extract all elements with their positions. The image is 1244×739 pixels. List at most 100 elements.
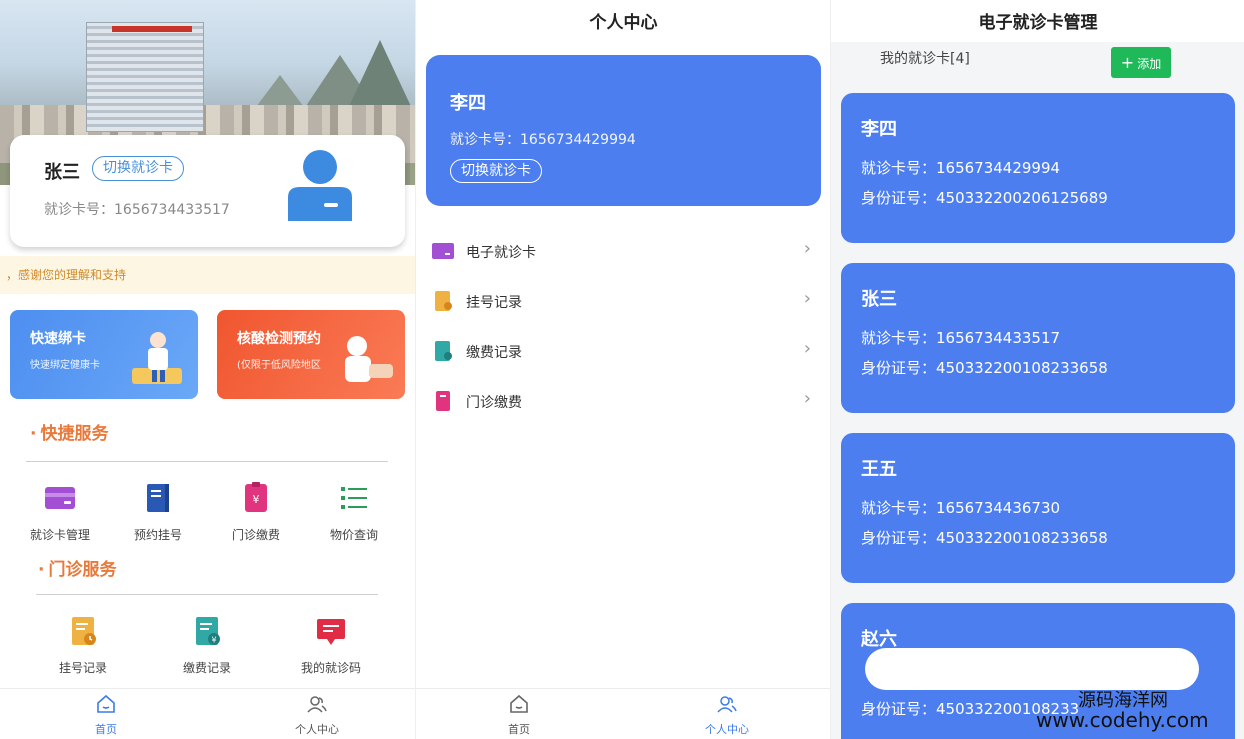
user-icon xyxy=(717,696,737,713)
divider xyxy=(26,461,388,462)
tab-profile[interactable]: 个人中心 xyxy=(257,693,377,737)
home-icon xyxy=(97,694,115,713)
divider xyxy=(36,594,378,595)
chevron-right-icon: › xyxy=(803,338,811,359)
appointment-item[interactable]: 预约挂号 xyxy=(113,482,203,543)
menu-payment-record[interactable]: 缴费记录 › xyxy=(416,326,830,376)
redaction-mask xyxy=(865,648,1199,690)
grid-label: 缴费记录 xyxy=(182,661,231,675)
tab-bar: 首页 个人中心 xyxy=(0,688,415,739)
code-icon xyxy=(317,619,345,645)
home-icon xyxy=(510,694,528,713)
card-number: 就诊卡号：1656734429994 xyxy=(450,132,636,148)
payment-record-icon: ¥ xyxy=(196,617,220,645)
user-name: 张三 xyxy=(44,162,80,183)
menu-outpatient-payment[interactable]: 门诊缴费 › xyxy=(416,376,830,426)
patient-card[interactable]: 李四 就诊卡号：1656734429994 身份证号：4503322002061… xyxy=(841,93,1235,243)
payment-record-icon xyxy=(435,341,452,361)
quick-bind-banner[interactable]: 快速绑卡 快速绑定健康卡 xyxy=(10,310,198,399)
doctor-illustration-icon xyxy=(132,332,182,384)
grid-label: 我的就诊码 xyxy=(300,661,361,675)
register-record-item[interactable]: 挂号记录 xyxy=(38,615,128,676)
menu-label: 门诊缴费 xyxy=(466,395,522,411)
tab-label: 首页 xyxy=(508,723,530,736)
switch-card-button[interactable]: 切换就诊卡 xyxy=(92,156,184,181)
card-count: 我的就诊卡[4] xyxy=(880,51,970,67)
tab-home[interactable]: 首页 xyxy=(459,693,579,737)
grid-label: 就诊卡管理 xyxy=(29,528,90,542)
menu-e-card[interactable]: 电子就诊卡 › xyxy=(416,226,830,276)
banner-subtitle: 快速绑定健康卡 xyxy=(30,360,100,371)
nucleic-test-banner[interactable]: 核酸检测预约 (仅限于低风险地区 xyxy=(217,310,405,399)
list-icon xyxy=(341,487,367,509)
card-number: 就诊卡号：1656734433517 xyxy=(44,199,230,219)
notice-bar: ，感谢您的理解和支持 xyxy=(0,256,415,294)
user-card: 张三 切换就诊卡 就诊卡号：1656734433517 xyxy=(10,135,405,247)
payment-icon xyxy=(436,391,450,411)
chevron-right-icon: › xyxy=(803,288,811,309)
page-title: 电子就诊卡管理 xyxy=(978,13,1098,33)
tab-label: 首页 xyxy=(95,723,117,736)
card-holder-name: 李四 xyxy=(861,119,897,140)
patient-card[interactable]: 张三 就诊卡号：1656734433517 身份证号：4503322001082… xyxy=(841,263,1235,413)
register-record-icon xyxy=(72,617,96,645)
watermark-url: www.codehy.com xyxy=(1036,708,1209,732)
banner-title: 核酸检测预约 xyxy=(237,331,321,347)
card-number: 就诊卡号：1656734433517 xyxy=(861,329,1061,347)
card-holder-name: 李四 xyxy=(450,93,486,114)
my-visit-code-item[interactable]: 我的就诊码 xyxy=(286,615,376,676)
grid-label: 预约挂号 xyxy=(133,528,182,542)
add-card-button[interactable]: + 添加 xyxy=(1111,47,1171,78)
section-title-text: 门诊服务 xyxy=(48,560,117,580)
card-number-label: 就诊卡号： xyxy=(44,202,114,218)
card-icon xyxy=(432,243,454,259)
menu-label: 挂号记录 xyxy=(466,295,522,311)
card-management-screen: 电子就诊卡管理 我的就诊卡[4] + 添加 李四 就诊卡号：16567344299… xyxy=(830,0,1244,739)
tab-label: 个人中心 xyxy=(295,723,339,736)
card-icon xyxy=(45,487,75,509)
patient-card[interactable]: 王五 就诊卡号：1656734436730 身份证号：4503322001082… xyxy=(841,433,1235,583)
avatar xyxy=(288,150,352,221)
card-management-item[interactable]: 就诊卡管理 xyxy=(15,482,105,543)
home-screen: 张三 切换就诊卡 就诊卡号：1656734433517 ，感谢您的理解和支持 快… xyxy=(0,0,415,739)
tab-label: 个人中心 xyxy=(705,723,749,736)
id-number: 身份证号：450332200206125689 xyxy=(861,189,1108,207)
tab-home[interactable]: 首页 xyxy=(46,693,166,737)
quick-services-title: · 快捷服务 xyxy=(30,424,109,444)
nurse-illustration-icon xyxy=(345,336,393,382)
banner-title: 快速绑卡 xyxy=(30,331,86,347)
svg-text:¥: ¥ xyxy=(253,493,260,506)
card-holder-name: 王五 xyxy=(861,459,897,480)
add-label: 添加 xyxy=(1137,57,1162,71)
card-holder-name: 张三 xyxy=(861,289,897,310)
svg-text:¥: ¥ xyxy=(211,636,216,645)
book-icon xyxy=(147,484,169,512)
card-number: 就诊卡号：1656734436730 xyxy=(861,499,1061,517)
id-number: 身份证号：450332200108233658 xyxy=(861,529,1108,547)
tab-bar: 首页 个人中心 xyxy=(416,688,830,739)
id-number: 身份证号：450332200108233658 xyxy=(861,359,1108,377)
menu-label: 缴费记录 xyxy=(466,345,522,361)
grid-label: 挂号记录 xyxy=(58,661,107,675)
profile-screen: 个人中心 李四 就诊卡号：1656734429994 切换就诊卡 电子就诊卡 ›… xyxy=(415,0,830,739)
current-card: 李四 就诊卡号：1656734429994 切换就诊卡 xyxy=(426,55,821,206)
plus-icon: + xyxy=(1120,53,1135,72)
menu-label: 电子就诊卡 xyxy=(466,245,536,261)
price-query-item[interactable]: 物价查询 xyxy=(309,482,399,543)
chevron-right-icon: › xyxy=(803,238,811,259)
outpatient-services-title: · 门诊服务 xyxy=(38,560,117,580)
payment-record-item[interactable]: ¥ 缴费记录 xyxy=(162,615,252,676)
grid-label: 物价查询 xyxy=(329,528,378,542)
page-title: 个人中心 xyxy=(589,13,658,33)
outpatient-payment-item[interactable]: ¥ 门诊缴费 xyxy=(211,482,301,543)
chevron-right-icon: › xyxy=(803,388,811,409)
switch-card-button[interactable]: 切换就诊卡 xyxy=(450,159,542,183)
header: 电子就诊卡管理 xyxy=(831,0,1244,42)
menu-register-record[interactable]: 挂号记录 › xyxy=(416,276,830,326)
section-title-text: 快捷服务 xyxy=(40,424,109,444)
card-number: 就诊卡号：1656734429994 xyxy=(861,159,1061,177)
banner-subtitle: (仅限于低风险地区 xyxy=(237,360,321,371)
register-record-icon xyxy=(435,291,452,311)
payment-icon: ¥ xyxy=(245,482,267,512)
tab-profile[interactable]: 个人中心 xyxy=(667,693,787,737)
